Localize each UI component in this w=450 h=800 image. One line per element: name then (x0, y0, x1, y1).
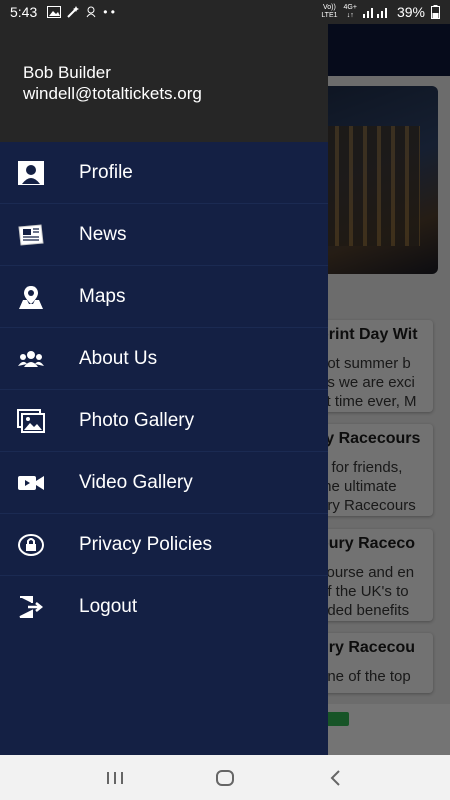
video-camera-icon (16, 468, 46, 498)
map-pin-icon (16, 282, 46, 312)
drawer-header: Bob Builder windell@totaltickets.org (0, 24, 328, 142)
status-time: 5:43 (10, 4, 38, 20)
recent-apps-icon (107, 771, 123, 784)
status-right: Vo)) LTE1 4G+ ↓↑ 39% (321, 4, 440, 20)
app-notification-icon (86, 6, 96, 18)
menu-item-video-gallery[interactable]: Video Gallery (0, 452, 328, 514)
more-notifications-icon: • • (103, 5, 115, 19)
photo-gallery-icon (16, 406, 46, 436)
navigation-drawer: Bob Builder windell@totaltickets.org Pro… (0, 24, 328, 755)
back-button[interactable] (315, 763, 355, 793)
menu-item-privacy-policies[interactable]: Privacy Policies (0, 514, 328, 576)
home-icon (216, 769, 234, 786)
recent-apps-button[interactable] (95, 763, 135, 793)
group-icon (16, 344, 46, 374)
menu-item-photo-gallery[interactable]: Photo Gallery (0, 390, 328, 452)
system-navigation-bar (0, 755, 450, 800)
menu-item-profile[interactable]: Profile (0, 142, 328, 204)
profile-icon (16, 158, 46, 188)
user-name: Bob Builder (23, 63, 111, 82)
menu-item-label: Video Gallery (79, 471, 193, 493)
battery-level: 39% (396, 4, 425, 20)
menu-item-label: Maps (79, 285, 126, 307)
menu-item-logout[interactable]: Logout (0, 576, 328, 638)
notification-icons: • • (47, 5, 115, 19)
home-button[interactable] (205, 763, 245, 793)
menu-item-label: Profile (79, 161, 133, 183)
wand-notification-icon (67, 6, 80, 18)
lock-icon (16, 530, 46, 560)
status-bar: 5:43 • • Vo)) LTE1 4G+ ↓↑ 39% (0, 0, 450, 24)
menu-item-label: About Us (79, 347, 158, 369)
menu-item-label: Photo Gallery (79, 409, 195, 431)
signal-icon (362, 8, 387, 18)
menu-item-news[interactable]: News (0, 204, 328, 266)
image-notification-icon (47, 6, 62, 18)
back-icon (330, 769, 340, 786)
menu-item-label: Privacy Policies (79, 533, 213, 555)
network-type: 4G+ ↓↑ (343, 4, 357, 19)
battery-icon (431, 5, 440, 19)
user-email: windell@totaltickets.org (23, 84, 202, 103)
logout-icon (16, 592, 46, 622)
menu-item-label: News (79, 223, 127, 245)
menu-item-about-us[interactable]: About Us (0, 328, 328, 390)
volte-indicator: Vo)) LTE1 (321, 4, 338, 19)
menu-item-maps[interactable]: Maps (0, 266, 328, 328)
newspaper-icon (16, 220, 46, 250)
menu-item-label: Logout (79, 596, 138, 617)
